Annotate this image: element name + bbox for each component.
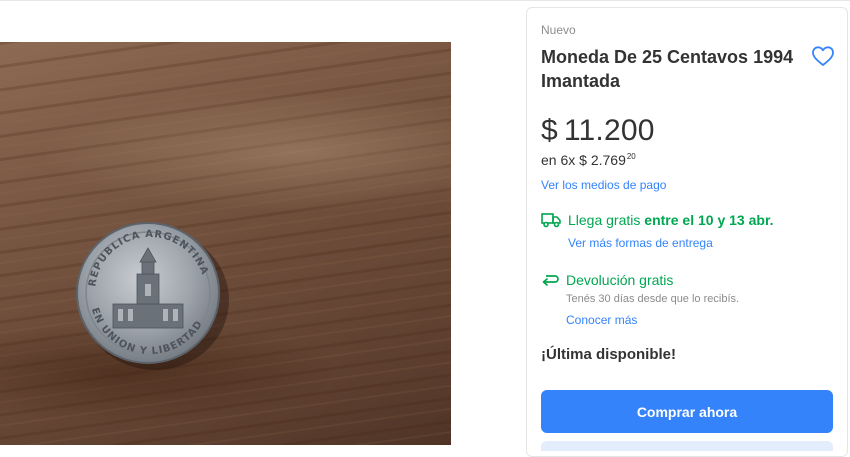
price-amount: 11.200: [563, 114, 655, 147]
learn-more-link[interactable]: Conocer más: [566, 313, 637, 327]
return-arrow-icon: [542, 275, 559, 286]
shipping-and: y: [717, 212, 726, 228]
installments-prefix: en 6x: [541, 152, 576, 168]
shipping-info: Llega gratis entre el 10 y 13 abr.: [568, 212, 774, 228]
buy-now-button[interactable]: Comprar ahora: [541, 390, 833, 433]
top-divider: [0, 0, 850, 1]
product-image[interactable]: REPUBLICA ARGENTINA EN UNION Y LIBERTAD: [0, 42, 451, 445]
condition-label: Nuevo: [541, 23, 576, 37]
more-shipping-link[interactable]: Ver más formas de entrega: [568, 236, 713, 250]
return-period-text: Tenés 30 días desde que lo recibís.: [566, 293, 740, 305]
currency-symbol: $: [541, 114, 558, 147]
shipping-free: Llega gratis: [568, 212, 641, 228]
add-to-cart-button[interactable]: [541, 441, 833, 451]
shipping-between: entre el: [644, 212, 695, 228]
shipping-date-2: 13 abr.: [729, 212, 774, 228]
heart-icon[interactable]: [811, 45, 835, 67]
installments: en 6x $ 2.76920: [541, 152, 636, 168]
payment-methods-link[interactable]: Ver los medios de pago: [541, 178, 666, 192]
installment-amount: $ 2.769: [579, 152, 626, 168]
free-return-label: Devolución gratis: [566, 272, 674, 288]
coin-image: REPUBLICA ARGENTINA EN UNION Y LIBERTAD: [76, 222, 229, 370]
product-title: Moneda De 25 Centavos 1994 Imantada: [541, 47, 794, 91]
truck-icon: [541, 213, 561, 228]
stock-status: ¡Última disponible!: [541, 346, 676, 363]
shipping-date-1: 10: [697, 212, 714, 228]
price: $11.200: [541, 114, 655, 148]
installment-cents: 20: [626, 152, 636, 161]
